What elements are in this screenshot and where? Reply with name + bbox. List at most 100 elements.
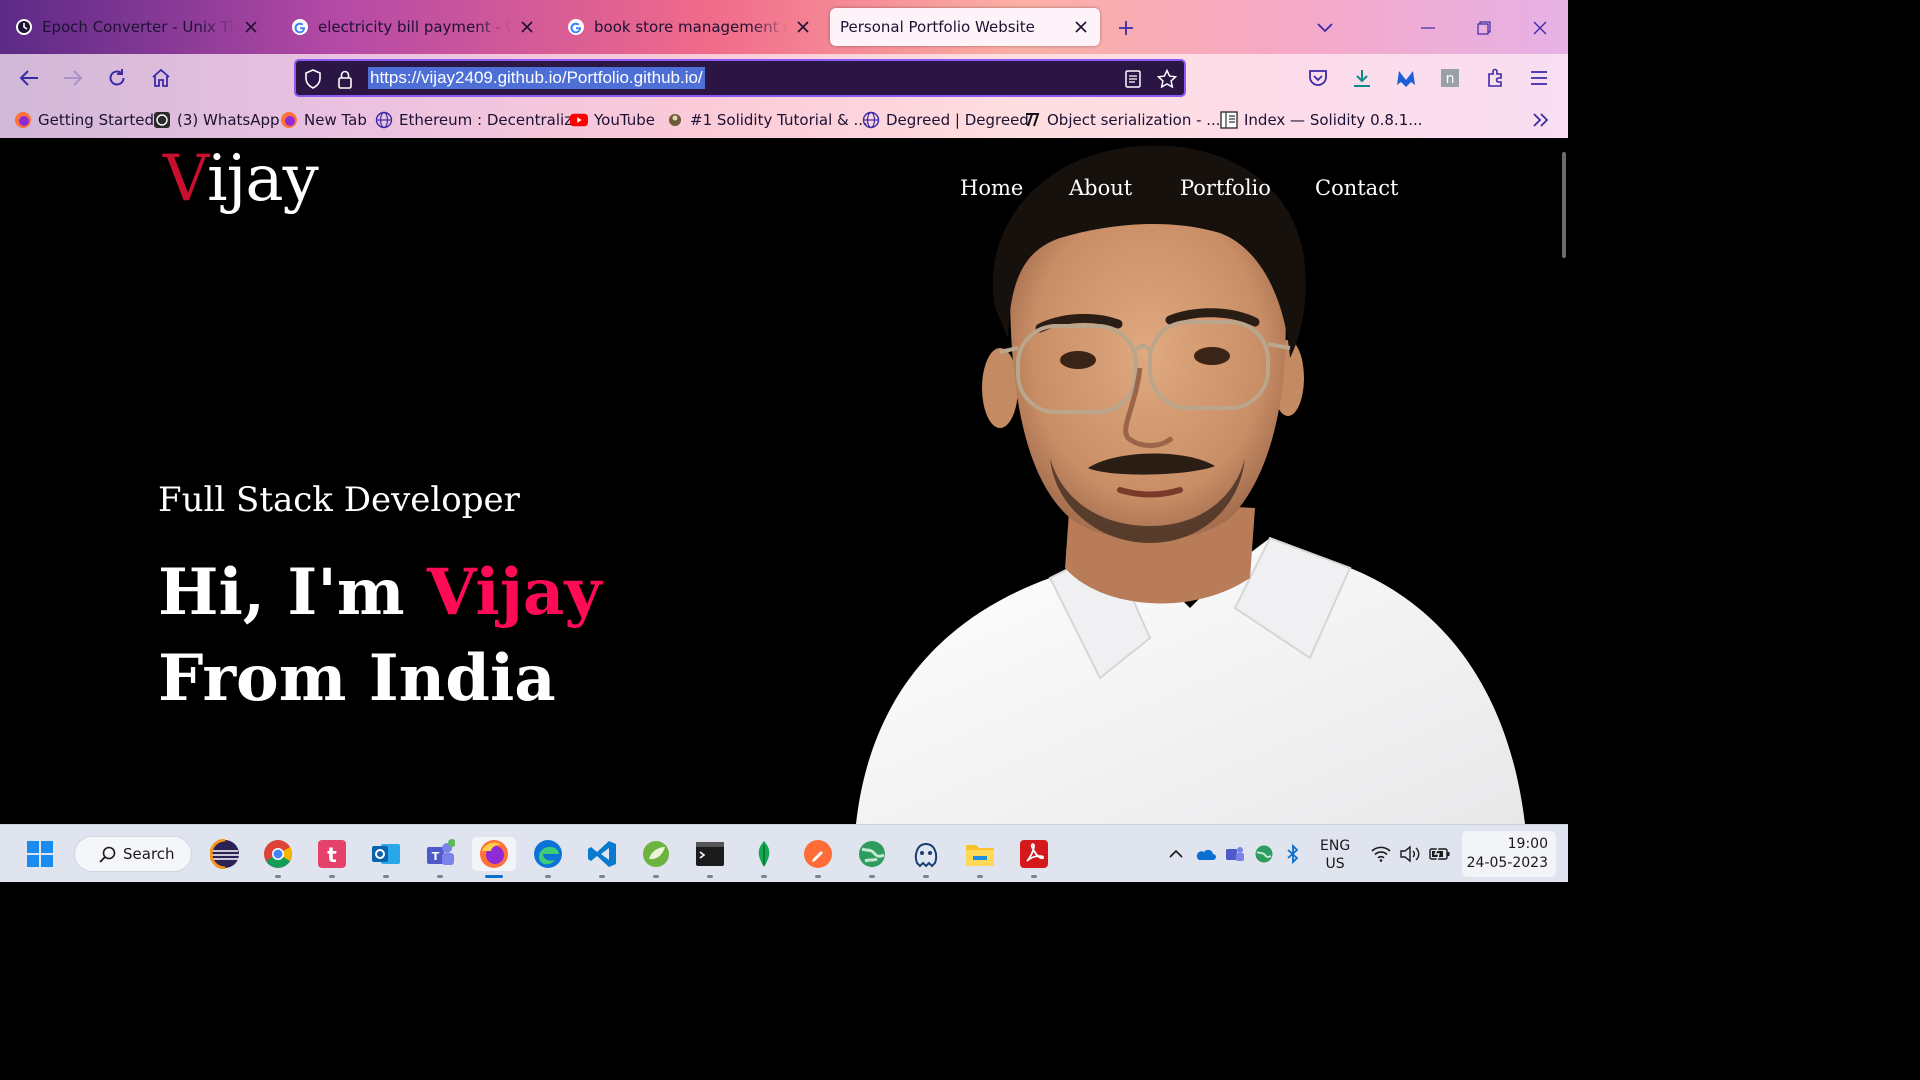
trello-icon[interactable]: t (314, 837, 350, 878)
running-indicator (485, 875, 503, 878)
new-tab-icon[interactable] (1112, 14, 1140, 42)
downloads-icon[interactable] (1346, 62, 1378, 94)
running-indicator (437, 875, 443, 878)
bookmark-object-serialization[interactable]: Object serialization - ... (1023, 109, 1221, 131)
region-label: US (1325, 856, 1345, 872)
clock-time: 19:00 (1507, 836, 1548, 852)
bookmarks-overflow-icon[interactable] (1532, 109, 1550, 131)
bookmark-label: Index — Solidity 0.8.1... (1244, 111, 1423, 129)
avatar-icon (666, 111, 684, 129)
bookmark-whatsapp[interactable]: (3) WhatsApp (153, 109, 280, 131)
youtube-icon (570, 111, 588, 129)
tab-electricity-bill[interactable]: electricity bill payment - Google Search (280, 8, 546, 46)
lock-icon[interactable] (334, 68, 356, 90)
bookmark-label: Ethereum : Decentraliz... (399, 111, 587, 129)
clock-icon (14, 17, 34, 37)
bookmark-star-icon[interactable] (1156, 68, 1178, 90)
bookmark-youtube[interactable]: YouTube (570, 109, 655, 131)
start-windows-icon[interactable] (22, 837, 58, 871)
close-tab-icon[interactable] (1072, 18, 1090, 36)
battery-charging-icon[interactable] (1429, 843, 1451, 865)
url-bar[interactable]: https://vijay2409.github.io/Portfolio.gi… (294, 59, 1186, 97)
spring-tools-icon[interactable] (638, 837, 674, 878)
close-tab-icon[interactable] (242, 18, 260, 36)
postman-icon[interactable] (800, 837, 836, 878)
running-indicator (653, 875, 659, 878)
taskbar-search[interactable]: Search (74, 836, 192, 872)
list-all-tabs-icon[interactable] (1311, 14, 1339, 42)
pgadmin-elephant-icon[interactable] (908, 837, 944, 878)
terminal-icon[interactable] (692, 837, 728, 878)
url-text[interactable]: https://vijay2409.github.io/Portfolio.gi… (368, 67, 705, 89)
onedrive-icon[interactable] (1194, 843, 1216, 865)
minimize-icon[interactable] (1414, 14, 1442, 42)
notion-extension-icon[interactable]: n (1434, 62, 1466, 94)
menu-icon[interactable] (1523, 62, 1555, 94)
edge-icon[interactable] (530, 837, 566, 878)
teams-tray-icon[interactable] (1224, 843, 1246, 865)
reader-view-icon[interactable] (1122, 68, 1144, 90)
running-indicator (275, 875, 281, 878)
network-globe-icon[interactable] (1253, 843, 1275, 865)
malwarebytes-icon[interactable] (1390, 62, 1422, 94)
teams-icon[interactable]: T (422, 837, 458, 878)
hero-location: From India (158, 641, 556, 716)
file-explorer-icon[interactable] (962, 837, 998, 878)
nav-home-link[interactable]: Home (960, 176, 1023, 200)
pocket-icon[interactable] (1302, 62, 1334, 94)
forward-icon[interactable] (57, 62, 89, 94)
tab-title: book store management application - Goog… (594, 18, 788, 36)
navigation-toolbar: https://vijay2409.github.io/Portfolio.gi… (0, 54, 1568, 102)
firefox-icon[interactable] (472, 837, 516, 878)
tab-personal-portfolio[interactable]: Personal Portfolio Website (830, 8, 1100, 46)
close-tab-icon[interactable] (518, 18, 536, 36)
vscode-icon[interactable] (584, 837, 620, 878)
running-indicator (869, 875, 875, 878)
acrobat-reader-icon[interactable] (1016, 837, 1052, 878)
page-scrollbar[interactable] (1562, 152, 1566, 258)
globe-icon (375, 111, 393, 129)
nav-about-link[interactable]: About (1069, 176, 1132, 200)
clock-date: 24-05-2023 (1466, 855, 1548, 871)
running-indicator (599, 875, 605, 878)
chrome-icon[interactable] (260, 837, 296, 878)
tab-book-store[interactable]: book store management application - Goog… (556, 8, 822, 46)
bookmark-getting-started[interactable]: Getting Started (14, 109, 154, 131)
eclipse-icon[interactable] (207, 837, 243, 871)
close-window-icon[interactable] (1526, 14, 1554, 42)
tab-title: electricity bill payment - Google Search (318, 18, 512, 36)
wifi-icon[interactable] (1370, 843, 1392, 865)
bookmark-solidity-index[interactable]: Index — Solidity 0.8.1... (1220, 109, 1423, 131)
running-indicator (383, 875, 389, 878)
show-hidden-icons-icon[interactable] (1165, 843, 1187, 865)
extensions-icon[interactable] (1479, 62, 1511, 94)
bookmark-ethereum[interactable]: Ethereum : Decentraliz... (375, 109, 586, 131)
nav-portfolio-link[interactable]: Portfolio (1180, 176, 1271, 200)
google-icon (290, 17, 310, 37)
nav-contact-link[interactable]: Contact (1315, 176, 1398, 200)
vpn-globe-icon[interactable] (854, 837, 890, 878)
reload-icon[interactable] (101, 62, 133, 94)
taskbar-clock[interactable]: 19:00 24-05-2023 (1462, 831, 1556, 877)
running-indicator (329, 875, 335, 878)
bookmark-solidity-tutorial[interactable]: #1 Solidity Tutorial & ... (666, 109, 868, 131)
shield-icon[interactable] (302, 68, 324, 90)
close-tab-icon[interactable] (794, 18, 812, 36)
doc-icon (1220, 111, 1238, 129)
volume-icon[interactable] (1399, 843, 1421, 865)
bookmark-degreed[interactable]: Degreed | Degreed (862, 109, 1029, 131)
bookmark-label: New Tab (304, 111, 367, 129)
input-language-indicator[interactable]: ENG US (1320, 837, 1350, 873)
bookmark-new-tab[interactable]: New Tab (280, 109, 367, 131)
globe-icon (862, 111, 880, 129)
mongodb-compass-icon[interactable] (746, 837, 782, 878)
site-logo[interactable]: Vijay (163, 142, 319, 216)
bluetooth-icon[interactable] (1282, 843, 1304, 865)
restore-icon[interactable] (1470, 14, 1498, 42)
home-icon[interactable] (145, 62, 177, 94)
bookmark-label: Object serialization - ... (1047, 111, 1221, 129)
tab-epoch-converter[interactable]: Epoch Converter - Unix Timestamp Convert… (4, 8, 270, 46)
running-indicator (1031, 875, 1037, 878)
outlook-icon[interactable] (368, 837, 404, 878)
back-icon[interactable] (13, 62, 45, 94)
